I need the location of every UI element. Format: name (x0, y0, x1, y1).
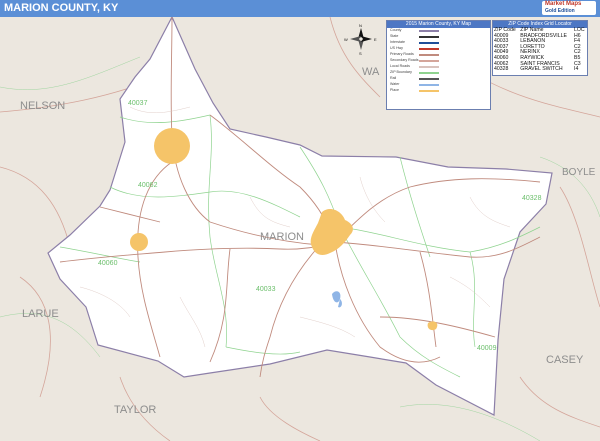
legend-label: ZIP Boundary (390, 70, 412, 74)
legend-label: US Hwy (390, 46, 403, 50)
label-casey: CASEY (546, 354, 584, 366)
legend-row: Place (387, 88, 490, 94)
brand-line-3: Gold Edition (545, 8, 575, 14)
zip-label-40033: 40033 (256, 286, 276, 293)
label-marion: MARION (260, 231, 304, 243)
label-washington: WA (362, 66, 380, 78)
brand-line-2: Maps (566, 1, 582, 7)
zip-label-40037: 40037 (128, 100, 148, 107)
compass-north: N (359, 23, 362, 28)
zip-index-table: ZIP Code Index Grid Locator ZIP Code ZIP… (492, 20, 588, 76)
legend-label: Water (390, 82, 400, 86)
zip-label-40060: 40060 (98, 260, 118, 267)
county-map: NELSON BOYLE LARUE TAYLOR CASEY WA MARIO… (0, 17, 600, 441)
legend-label: Secondary Roads (390, 58, 419, 62)
title-bar: MARION COUNTY, KY Market Maps Gold Editi… (0, 0, 600, 17)
map-legend: 2015 Marion County, KY Map County State In… (386, 20, 491, 110)
legend-swatch (419, 60, 439, 62)
zip-label-40062: 40062 (138, 182, 158, 189)
place-raywick (130, 233, 148, 251)
map-page: MARION COUNTY, KY Market Maps Gold Editi… (0, 0, 600, 441)
zip-code-cell: 40328 (494, 66, 509, 73)
brand-logo: Market Maps Gold Edition (542, 1, 596, 15)
zip-table-body: 40009 BRADFORDSVILLE H6 40033 LEBANON F4 40037… (493, 33, 587, 73)
zip-label-40328: 40328 (522, 195, 542, 202)
legend-label: County (390, 28, 402, 32)
legend-swatch (419, 42, 439, 44)
legend-swatch (419, 54, 439, 56)
legend-label: Rail (390, 76, 397, 80)
compass-south: S (359, 51, 362, 56)
zip-table-grid: ZIP Code ZIP Name LOC 40009 BRADFORDSVILL… (493, 27, 587, 73)
legend-swatch (419, 66, 439, 68)
zip-table-row: 40328 GRAVEL SWITCH I4 (493, 67, 587, 73)
zip-label-40009: 40009 (477, 345, 497, 352)
place-loretto (154, 128, 190, 164)
legend-swatch (419, 90, 439, 92)
legend-rows: County State Interstate US Hwy Primary Roads… (387, 28, 490, 94)
legend-swatch (419, 48, 439, 50)
label-boyle: BOYLE (562, 167, 596, 178)
legend-swatch (419, 78, 439, 80)
legend-label: State (390, 34, 399, 38)
zip-name-cell: GRAVEL SWITCH (520, 66, 563, 73)
compass-east: E (374, 37, 377, 42)
label-taylor: TAYLOR (114, 404, 156, 416)
label-nelson: NELSON (20, 100, 65, 112)
legend-label: Primary Roads (390, 52, 414, 56)
legend-label: Local Roads (390, 64, 410, 68)
label-larue: LARUE (22, 308, 59, 320)
legend-label: Interstate (390, 40, 405, 44)
legend-label: Place (390, 88, 399, 92)
legend-title: 2015 Marion County, KY Map (387, 21, 490, 28)
compass-west: W (344, 37, 348, 42)
map-title: MARION COUNTY, KY (4, 2, 119, 14)
legend-swatch (419, 72, 439, 74)
brand-line-1: Market (545, 1, 565, 7)
legend-swatch (419, 36, 439, 38)
legend-swatch (419, 30, 439, 32)
zip-loc-cell: I4 (574, 66, 579, 73)
legend-swatch (419, 84, 439, 86)
